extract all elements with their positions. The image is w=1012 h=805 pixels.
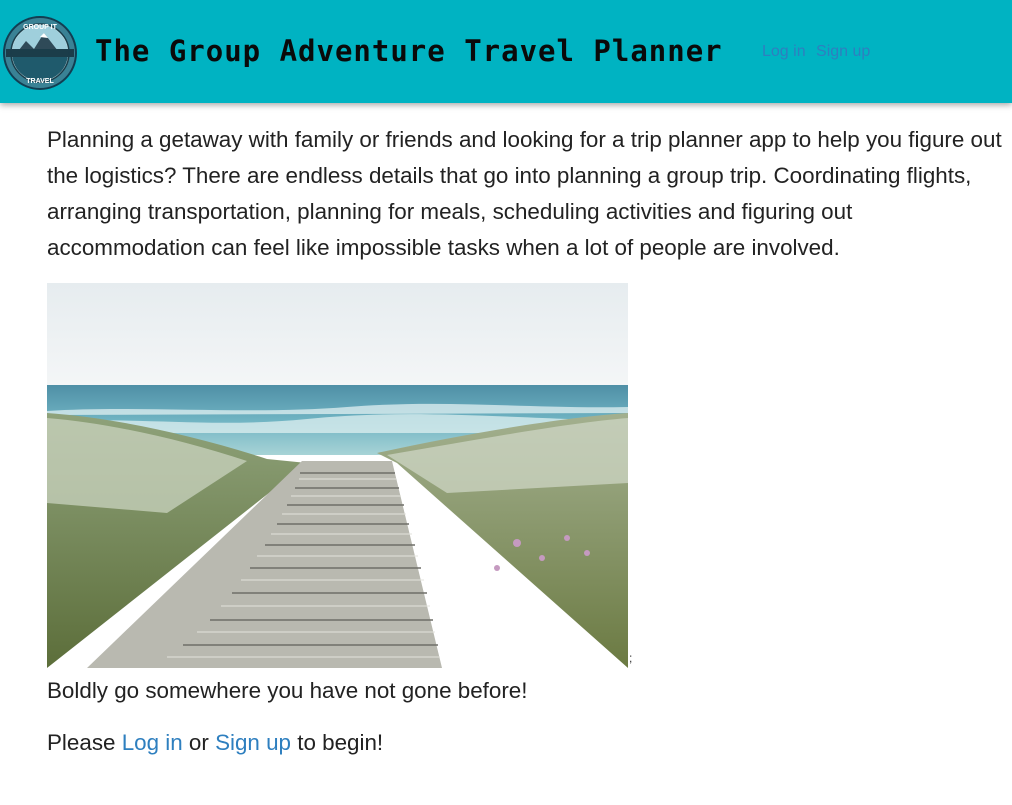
- intro-paragraph: Planning a getaway with family or friend…: [47, 127, 1002, 260]
- cta-text-after: to begin!: [291, 730, 384, 755]
- site-header: GROUP IT TRAVEL The Group Adventure Trav…: [0, 0, 1012, 103]
- tagline: Boldly go somewhere you have not gone be…: [47, 678, 528, 703]
- hero-trailing-text: ;: [629, 651, 633, 665]
- cta-text-middle: or: [182, 730, 216, 755]
- cta-login-link[interactable]: Log in: [122, 730, 183, 755]
- cta-text-before: Please: [47, 730, 122, 755]
- header-signup-link[interactable]: Sign up: [816, 43, 870, 60]
- header-login-link[interactable]: Log in: [762, 43, 806, 60]
- site-logo[interactable]: GROUP IT TRAVEL: [2, 15, 78, 91]
- cta-signup-link[interactable]: Sign up: [215, 730, 291, 755]
- hero-image: [47, 283, 628, 668]
- hero-container: ;: [47, 283, 1009, 670]
- logo-top-text: GROUP IT: [23, 24, 57, 31]
- site-title: The Group Adventure Travel Planner: [95, 34, 723, 68]
- main-content: Planning a getaway with family or friend…: [47, 122, 1009, 761]
- call-to-action: Please Log in or Sign up to begin!: [47, 725, 1009, 761]
- header-nav: Log in Sign up: [762, 43, 870, 61]
- logo-bottom-text: TRAVEL: [26, 78, 54, 85]
